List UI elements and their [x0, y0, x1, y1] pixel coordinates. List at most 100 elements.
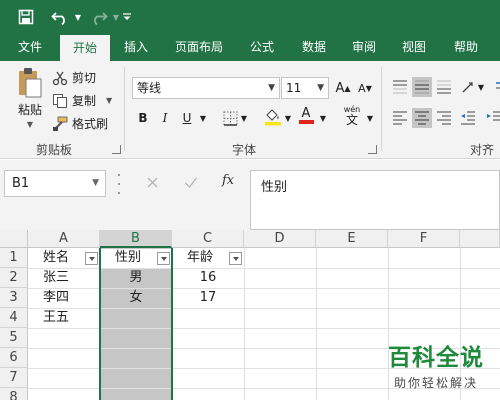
align-middle-button[interactable]	[412, 77, 432, 97]
row-header[interactable]: 7	[0, 368, 28, 388]
borders-dropdown-icon[interactable]: ▼	[238, 108, 250, 128]
cut-button[interactable]: 剪切	[52, 69, 96, 86]
align-right-button[interactable]	[434, 108, 454, 128]
tab-help[interactable]: 帮助	[444, 33, 488, 61]
copy-dropdown-icon[interactable]: ▼	[106, 96, 112, 105]
font-launcher-icon[interactable]	[368, 145, 377, 154]
shrink-font-icon: A	[358, 81, 366, 95]
title-bar: ▼ ▼	[0, 0, 500, 33]
save-icon[interactable]	[14, 5, 38, 29]
tab-view[interactable]: 视图	[392, 33, 436, 61]
row-header[interactable]: 6	[0, 348, 28, 368]
formula-input[interactable]: 性别	[250, 170, 500, 230]
clipboard-launcher-icon[interactable]	[112, 145, 121, 154]
underline-button[interactable]: U	[177, 108, 197, 128]
format-painter-button[interactable]: 格式刷	[52, 115, 108, 132]
cell-b2[interactable]: 男	[100, 268, 172, 288]
filter-dropdown-icon[interactable]	[85, 252, 98, 265]
tab-home[interactable]: 开始	[60, 35, 110, 61]
formula-bar-grip-icon[interactable]	[118, 174, 122, 194]
phonetic-dropdown-icon[interactable]: ▼	[364, 108, 376, 128]
font-name-dropdown-icon[interactable]: ▼	[268, 78, 275, 98]
tab-review[interactable]: 审阅	[342, 33, 386, 61]
tab-file[interactable]: 文件	[8, 33, 52, 61]
column-header-a[interactable]: A	[28, 230, 100, 248]
name-box-dropdown-icon[interactable]: ▼	[92, 171, 99, 196]
tab-formulas[interactable]: 公式	[240, 33, 284, 61]
ribbon: 粘贴 ▼ 剪切 复制 ▼ 格式刷 剪贴板 等线 ▼ 11 ▼ A ▲ A ▼ B I…	[0, 61, 500, 174]
select-all-corner[interactable]	[0, 230, 28, 248]
insert-function-button[interactable]: fx	[222, 173, 234, 188]
bold-button[interactable]: B	[133, 108, 153, 128]
confirm-entry-icon[interactable]	[184, 176, 198, 192]
align-bottom-button[interactable]	[434, 77, 454, 97]
orientation-dropdown-icon[interactable]: ▼	[476, 77, 486, 97]
cancel-entry-icon[interactable]	[146, 176, 159, 192]
fill-color-button[interactable]	[263, 107, 283, 127]
shrink-font-button[interactable]: A ▼	[355, 78, 375, 98]
align-center-button[interactable]	[412, 108, 432, 128]
italic-button[interactable]: I	[155, 108, 175, 128]
tab-insert[interactable]: 插入	[114, 33, 158, 61]
cell-c3[interactable]: 17	[172, 288, 244, 308]
column-header-b[interactable]: B	[100, 230, 172, 248]
column-header-f[interactable]: F	[388, 230, 460, 248]
grow-font-button[interactable]: A ▲	[333, 78, 353, 98]
tab-data[interactable]: 数据	[292, 33, 336, 61]
customize-toolbar-icon[interactable]	[120, 5, 134, 29]
name-box[interactable]: B1 ▼	[4, 170, 106, 197]
paste-button[interactable]: 粘贴 ▼	[12, 67, 48, 129]
underline-dropdown-icon[interactable]: ▼	[197, 108, 209, 128]
paste-label: 粘贴	[17, 103, 42, 117]
font-size-combo[interactable]: 11 ▼	[281, 77, 329, 99]
wrap-text-icon	[496, 82, 500, 89]
format-painter-icon	[53, 116, 68, 131]
align-top-icon	[393, 80, 407, 94]
font-group-label: 字体	[232, 143, 257, 157]
row-header[interactable]: 3	[0, 288, 28, 308]
paste-dropdown-icon[interactable]: ▼	[27, 120, 33, 129]
font-color-swatch	[298, 120, 314, 124]
row-header[interactable]: 1	[0, 248, 28, 268]
font-color-dropdown-icon[interactable]: ▼	[317, 108, 329, 128]
cell-a4[interactable]: 王五	[28, 308, 100, 328]
watermark-title: 百科全说	[388, 345, 484, 371]
font-color-button[interactable]: A	[296, 106, 316, 126]
formula-buttons: fx	[138, 170, 246, 197]
filter-dropdown-icon[interactable]	[157, 252, 170, 265]
cell-a2[interactable]: 张三	[28, 268, 100, 288]
cell-b3[interactable]: 女	[100, 288, 172, 308]
font-size-dropdown-icon[interactable]: ▼	[317, 78, 324, 98]
align-left-button[interactable]	[390, 108, 410, 128]
grow-font-icon: A	[335, 80, 345, 96]
column-header-c[interactable]: C	[172, 230, 244, 248]
row-header[interactable]: 2	[0, 268, 28, 288]
filter-dropdown-icon[interactable]	[229, 252, 242, 265]
grid-line	[244, 248, 245, 400]
font-name-combo[interactable]: 等线 ▼	[132, 77, 280, 99]
row-header[interactable]: 4	[0, 308, 28, 328]
column-header-e[interactable]: E	[316, 230, 388, 248]
undo-icon[interactable]	[48, 5, 72, 29]
increase-indent-icon	[487, 111, 500, 121]
borders-button[interactable]	[220, 108, 240, 128]
orientation-button[interactable]	[458, 77, 478, 97]
increase-indent-button[interactable]	[484, 108, 500, 128]
cell-a3[interactable]: 李四	[28, 288, 100, 308]
phonetic-button[interactable]: wén 文	[340, 105, 364, 126]
column-header-d[interactable]: D	[244, 230, 316, 248]
decrease-indent-button[interactable]	[458, 108, 478, 128]
tab-page-layout[interactable]: 页面布局	[168, 33, 230, 61]
align-top-button[interactable]	[390, 77, 410, 97]
redo-icon[interactable]	[88, 5, 110, 29]
decrease-indent-icon	[461, 111, 475, 125]
undo-dropdown-icon[interactable]: ▼	[72, 5, 84, 29]
row-header[interactable]: 8	[0, 388, 28, 400]
clipboard-group-label: 剪贴板	[36, 143, 73, 157]
cell-c2[interactable]: 16	[172, 268, 244, 288]
copy-button[interactable]: 复制 ▼	[52, 92, 112, 109]
fill-color-dropdown-icon[interactable]: ▼	[282, 108, 294, 128]
column-header-g[interactable]: G	[460, 230, 500, 248]
wrap-text-button[interactable]	[490, 77, 500, 97]
row-header[interactable]: 5	[0, 328, 28, 348]
